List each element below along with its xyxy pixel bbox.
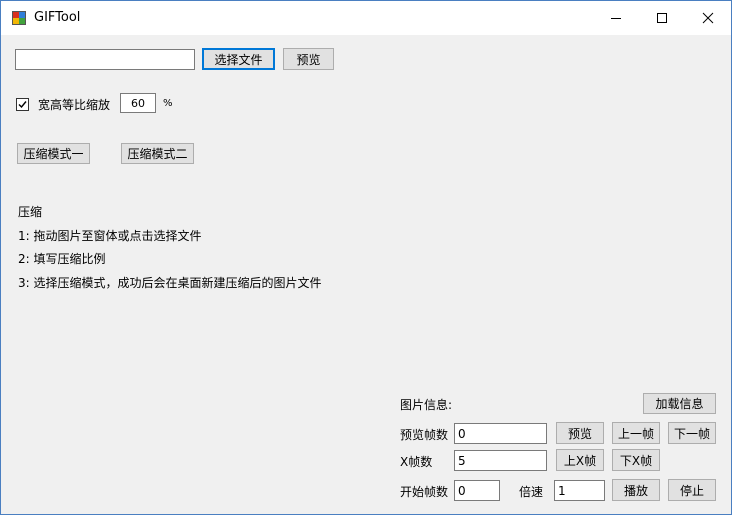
percent-unit-label: % [163,98,173,109]
x-frames-input[interactable] [454,450,547,471]
instructions-heading: 压缩 [18,205,43,219]
stop-button[interactable]: 停止 [668,479,716,501]
window-title: GIFTool [34,10,81,25]
minimize-icon [611,18,621,19]
close-icon [702,12,714,24]
preview-file-button[interactable]: 预览 [283,48,334,70]
x-frames-label: X帧数 [400,455,433,469]
mode-one-button[interactable]: 压缩模式一 [17,143,90,164]
mode-two-button[interactable]: 压缩模式二 [121,143,194,164]
instruction-step: 1: 拖动图片至窗体或点击选择文件 [18,229,202,243]
start-frame-label: 开始帧数 [400,485,449,499]
preview-frames-input[interactable] [454,423,547,444]
maximize-icon [657,13,667,23]
instruction-step: 3: 选择压缩模式，成功后会在桌面新建压缩后的图片文件 [18,276,322,290]
up-x-frames-button[interactable]: 上X帧 [556,449,604,471]
preview-frames-label: 预览帧数 [400,428,449,442]
start-frame-input[interactable] [454,480,500,501]
client-area: 选择文件 预览 宽高等比缩放 % 压缩模式一 压缩模式二 压缩 1: 拖动图片至… [1,35,731,514]
play-button[interactable]: 播放 [612,479,660,501]
app-icon [12,11,26,25]
keep-ratio-label: 宽高等比缩放 [38,98,111,112]
load-info-button[interactable]: 加载信息 [643,393,716,414]
next-frame-button[interactable]: 下一帧 [668,422,716,444]
image-info-label: 图片信息: [400,398,453,412]
frame-preview-button[interactable]: 预览 [556,422,604,444]
instruction-step: 2: 填写压缩比例 [18,252,106,266]
speed-label: 倍速 [519,485,544,499]
close-button[interactable] [685,1,731,35]
keep-ratio-checkbox[interactable] [16,98,29,111]
prev-frame-button[interactable]: 上一帧 [612,422,660,444]
speed-input[interactable] [554,480,605,501]
minimize-button[interactable] [593,1,639,35]
choose-file-button[interactable]: 选择文件 [202,48,275,70]
app-window: GIFTool 选择文件 预览 宽高等比缩放 60 % 压缩模式一 压缩模式二 … [0,0,732,515]
title-bar[interactable]: GIFTool [1,1,731,35]
down-x-frames-button[interactable]: 下X帧 [612,449,660,471]
maximize-button[interactable] [639,1,685,35]
file-path-input[interactable] [15,49,195,70]
scale-percent-input[interactable] [120,93,156,113]
checkmark-icon [18,101,27,109]
